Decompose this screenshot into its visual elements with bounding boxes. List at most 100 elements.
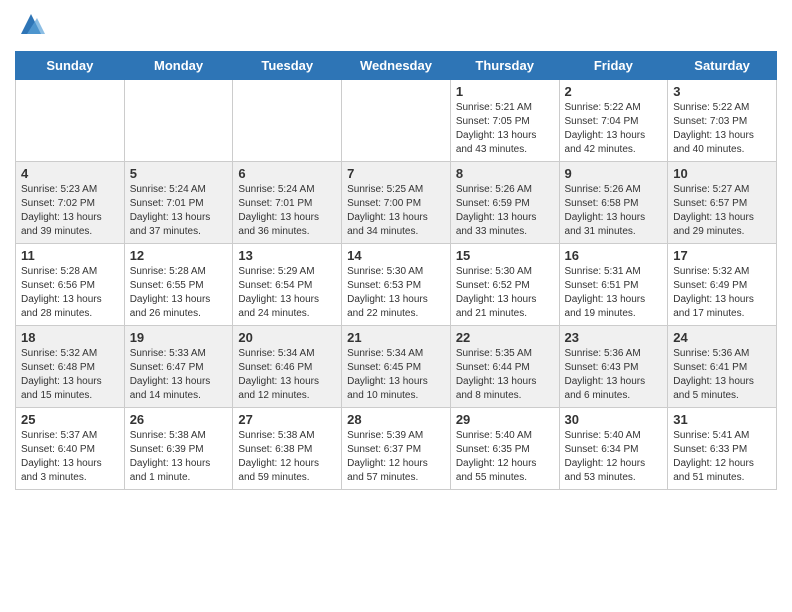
day-info: Sunrise: 5:22 AM Sunset: 7:03 PM Dayligh…: [673, 101, 771, 157]
day-info: Sunrise: 5:38 AM Sunset: 6:39 PM Dayligh…: [130, 429, 228, 485]
day-of-week-header: Friday: [559, 52, 668, 80]
day-number: 14: [347, 248, 445, 263]
day-number: 28: [347, 412, 445, 427]
day-info: Sunrise: 5:40 AM Sunset: 6:35 PM Dayligh…: [456, 429, 554, 485]
day-number: 12: [130, 248, 228, 263]
calendar-cell: 9Sunrise: 5:26 AM Sunset: 6:58 PM Daylig…: [559, 162, 668, 244]
day-number: 22: [456, 330, 554, 345]
day-info: Sunrise: 5:24 AM Sunset: 7:01 PM Dayligh…: [238, 183, 336, 239]
day-info: Sunrise: 5:30 AM Sunset: 6:52 PM Dayligh…: [456, 265, 554, 321]
page-header: [15, 10, 777, 43]
day-of-week-header: Wednesday: [342, 52, 451, 80]
day-info: Sunrise: 5:32 AM Sunset: 6:48 PM Dayligh…: [21, 347, 119, 403]
calendar-cell: 2 Sunrise: 5:22 AM Sunset: 7:04 PM Daylig…: [559, 80, 668, 162]
day-number: 23: [565, 330, 663, 345]
day-info: Sunrise: 5:31 AM Sunset: 6:51 PM Dayligh…: [565, 265, 663, 321]
day-of-week-header: Monday: [124, 52, 233, 80]
day-number: 24: [673, 330, 771, 345]
day-number: 5: [130, 166, 228, 181]
calendar-cell: 3Sunrise: 5:22 AM Sunset: 7:03 PM Daylig…: [668, 80, 777, 162]
calendar-cell: 11 Sunrise: 5:28 AM Sunset: 6:56 PM Dayli…: [16, 244, 125, 326]
day-number: 2: [565, 84, 663, 99]
calendar-cell: [342, 80, 451, 162]
day-number: 26: [130, 412, 228, 427]
day-number: 4: [21, 166, 119, 181]
calendar-cell: 17 Sunrise: 5:32 AM Sunset: 6:49 PM Dayli…: [668, 244, 777, 326]
day-number: 17: [673, 248, 771, 263]
day-info: Sunrise: 5:21 AM Sunset: 7:05 PM Dayligh…: [456, 101, 554, 157]
calendar-cell: 7Sunrise: 5:25 AM Sunset: 7:00 PM Daylig…: [342, 162, 451, 244]
day-number: 21: [347, 330, 445, 345]
calendar-cell: 22 Sunrise: 5:35 AM Sunset: 6:44 PM Dayli…: [450, 326, 559, 408]
calendar-cell: 30 Sunrise: 5:40 AM Sunset: 6:34 PM Dayli…: [559, 408, 668, 490]
day-number: 31: [673, 412, 771, 427]
day-number: 27: [238, 412, 336, 427]
day-number: 11: [21, 248, 119, 263]
calendar-cell: 10 Sunrise: 5:27 AM Sunset: 6:57 PM Dayli…: [668, 162, 777, 244]
calendar-week-row: 4Sunrise: 5:23 AM Sunset: 7:02 PM Daylig…: [16, 162, 777, 244]
day-info: Sunrise: 5:40 AM Sunset: 6:34 PM Dayligh…: [565, 429, 663, 485]
calendar-cell: 13 Sunrise: 5:29 AM Sunset: 6:54 PM Dayli…: [233, 244, 342, 326]
day-info: Sunrise: 5:34 AM Sunset: 6:46 PM Dayligh…: [238, 347, 336, 403]
calendar-cell: 29 Sunrise: 5:40 AM Sunset: 6:35 PM Dayli…: [450, 408, 559, 490]
calendar-cell: 23 Sunrise: 5:36 AM Sunset: 6:43 PM Dayli…: [559, 326, 668, 408]
calendar-cell: 15 Sunrise: 5:30 AM Sunset: 6:52 PM Dayli…: [450, 244, 559, 326]
calendar-cell: 8 Sunrise: 5:26 AM Sunset: 6:59 PM Daylig…: [450, 162, 559, 244]
day-info: Sunrise: 5:36 AM Sunset: 6:41 PM Dayligh…: [673, 347, 771, 403]
calendar-cell: 19Sunrise: 5:33 AM Sunset: 6:47 PM Dayli…: [124, 326, 233, 408]
day-info: Sunrise: 5:24 AM Sunset: 7:01 PM Dayligh…: [130, 183, 228, 239]
day-info: Sunrise: 5:30 AM Sunset: 6:53 PM Dayligh…: [347, 265, 445, 321]
calendar-cell: 5 Sunrise: 5:24 AM Sunset: 7:01 PM Daylig…: [124, 162, 233, 244]
day-number: 19: [130, 330, 228, 345]
logo-icon: [17, 10, 45, 38]
day-info: Sunrise: 5:27 AM Sunset: 6:57 PM Dayligh…: [673, 183, 771, 239]
day-info: Sunrise: 5:39 AM Sunset: 6:37 PM Dayligh…: [347, 429, 445, 485]
calendar-cell: 20 Sunrise: 5:34 AM Sunset: 6:46 PM Dayli…: [233, 326, 342, 408]
day-info: Sunrise: 5:28 AM Sunset: 6:55 PM Dayligh…: [130, 265, 228, 321]
day-of-week-header: Thursday: [450, 52, 559, 80]
day-info: Sunrise: 5:29 AM Sunset: 6:54 PM Dayligh…: [238, 265, 336, 321]
calendar-week-row: 11 Sunrise: 5:28 AM Sunset: 6:56 PM Dayli…: [16, 244, 777, 326]
day-info: Sunrise: 5:35 AM Sunset: 6:44 PM Dayligh…: [456, 347, 554, 403]
calendar-cell: 6 Sunrise: 5:24 AM Sunset: 7:01 PM Daylig…: [233, 162, 342, 244]
calendar-table: SundayMondayTuesdayWednesdayThursdayFrid…: [15, 51, 777, 490]
day-of-week-header: Saturday: [668, 52, 777, 80]
day-number: 20: [238, 330, 336, 345]
day-info: Sunrise: 5:32 AM Sunset: 6:49 PM Dayligh…: [673, 265, 771, 321]
day-number: 13: [238, 248, 336, 263]
day-info: Sunrise: 5:26 AM Sunset: 6:59 PM Dayligh…: [456, 183, 554, 239]
day-number: 6: [238, 166, 336, 181]
day-info: Sunrise: 5:38 AM Sunset: 6:38 PM Dayligh…: [238, 429, 336, 485]
calendar-cell: 26 Sunrise: 5:38 AM Sunset: 6:39 PM Dayli…: [124, 408, 233, 490]
calendar-cell: 4Sunrise: 5:23 AM Sunset: 7:02 PM Daylig…: [16, 162, 125, 244]
day-number: 8: [456, 166, 554, 181]
day-number: 29: [456, 412, 554, 427]
calendar-cell: 16 Sunrise: 5:31 AM Sunset: 6:51 PM Dayli…: [559, 244, 668, 326]
day-number: 9: [565, 166, 663, 181]
day-number: 7: [347, 166, 445, 181]
logo: [15, 10, 45, 43]
day-number: 30: [565, 412, 663, 427]
calendar-cell: 31Sunrise: 5:41 AM Sunset: 6:33 PM Dayli…: [668, 408, 777, 490]
day-number: 15: [456, 248, 554, 263]
day-info: Sunrise: 5:34 AM Sunset: 6:45 PM Dayligh…: [347, 347, 445, 403]
calendar-cell: 21 Sunrise: 5:34 AM Sunset: 6:45 PM Dayli…: [342, 326, 451, 408]
calendar-cell: 14 Sunrise: 5:30 AM Sunset: 6:53 PM Dayli…: [342, 244, 451, 326]
day-number: 10: [673, 166, 771, 181]
day-info: Sunrise: 5:37 AM Sunset: 6:40 PM Dayligh…: [21, 429, 119, 485]
calendar-week-row: 1 Sunrise: 5:21 AM Sunset: 7:05 PM Daylig…: [16, 80, 777, 162]
day-of-week-header: Tuesday: [233, 52, 342, 80]
day-number: 25: [21, 412, 119, 427]
calendar-week-row: 25 Sunrise: 5:37 AM Sunset: 6:40 PM Dayli…: [16, 408, 777, 490]
calendar-cell: [16, 80, 125, 162]
day-number: 16: [565, 248, 663, 263]
day-number: 18: [21, 330, 119, 345]
calendar-cell: 25 Sunrise: 5:37 AM Sunset: 6:40 PM Dayli…: [16, 408, 125, 490]
calendar-cell: 28 Sunrise: 5:39 AM Sunset: 6:37 PM Dayli…: [342, 408, 451, 490]
day-number: 1: [456, 84, 554, 99]
day-info: Sunrise: 5:28 AM Sunset: 6:56 PM Dayligh…: [21, 265, 119, 321]
calendar-header-row: SundayMondayTuesdayWednesdayThursdayFrid…: [16, 52, 777, 80]
day-info: Sunrise: 5:22 AM Sunset: 7:04 PM Dayligh…: [565, 101, 663, 157]
day-info: Sunrise: 5:36 AM Sunset: 6:43 PM Dayligh…: [565, 347, 663, 403]
calendar-cell: 12 Sunrise: 5:28 AM Sunset: 6:55 PM Dayli…: [124, 244, 233, 326]
